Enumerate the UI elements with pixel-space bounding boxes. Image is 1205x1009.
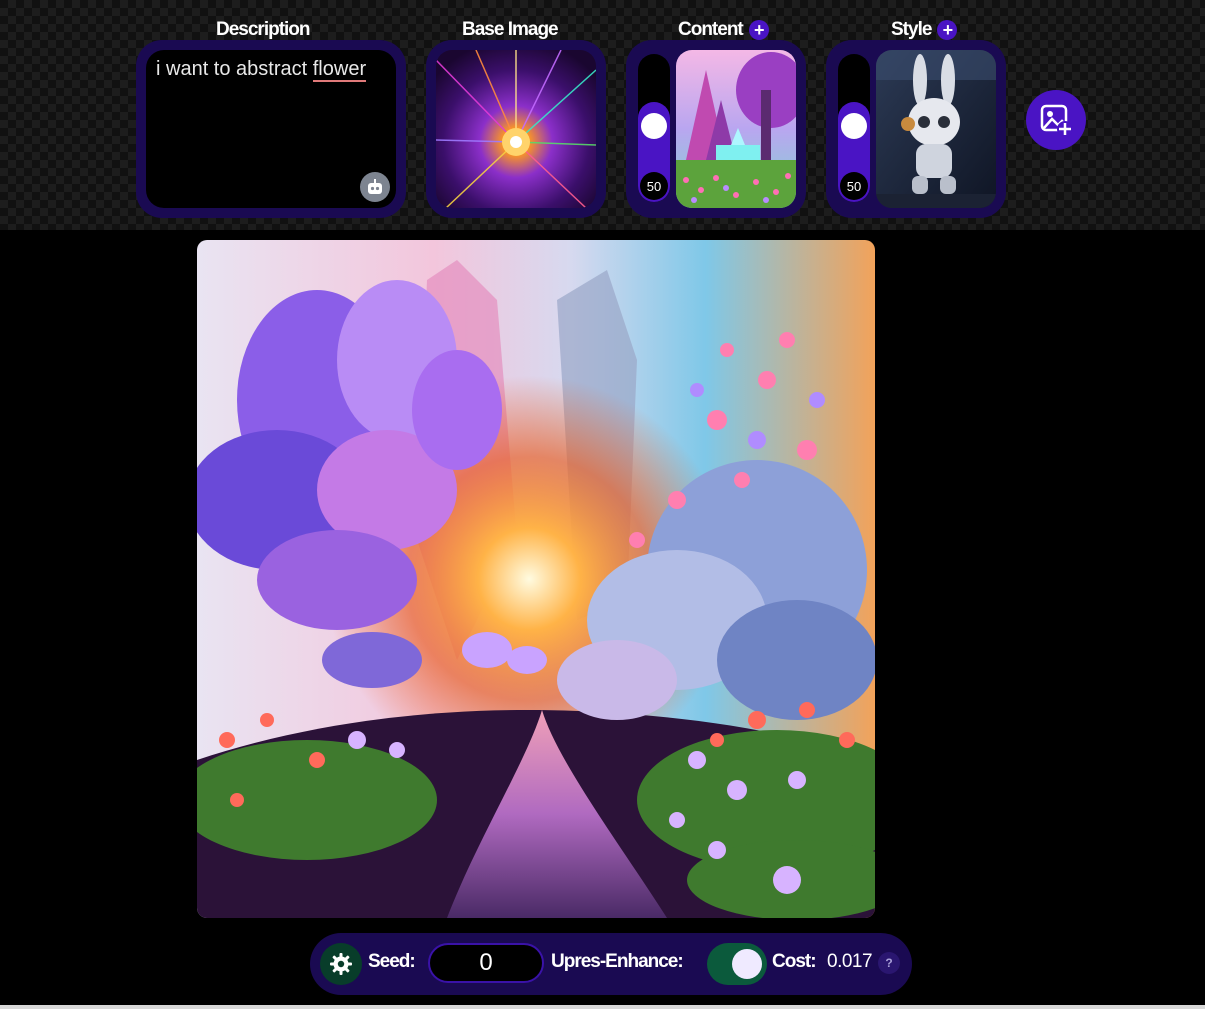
upres-enhance-label: Upres-Enhance: bbox=[551, 951, 684, 972]
style-slider-handle[interactable] bbox=[841, 113, 867, 139]
style-card: 50 bbox=[826, 40, 1006, 218]
seed-label: Seed: bbox=[368, 951, 416, 972]
content-add-button[interactable]: + bbox=[748, 20, 769, 40]
description-card: i want to abstract flower bbox=[136, 40, 406, 218]
style-add-button[interactable]: + bbox=[937, 20, 958, 40]
base-image-thumbnail[interactable] bbox=[436, 50, 596, 208]
content-image-thumbnail[interactable] bbox=[676, 50, 796, 208]
style-strength-value: 50 bbox=[840, 172, 868, 200]
page-bottom-border bbox=[0, 1005, 1205, 1009]
add-image-button[interactable] bbox=[1026, 90, 1086, 150]
content-card: 50 bbox=[626, 40, 806, 218]
upres-enhance-toggle[interactable] bbox=[707, 943, 767, 985]
style-strength-slider[interactable]: 50 bbox=[838, 54, 870, 202]
description-field[interactable]: i want to abstract flower bbox=[146, 50, 396, 208]
add-image-icon bbox=[1040, 104, 1073, 137]
generation-controls-bar: Seed: Upres-Enhance: Cost: 0.017 ? bbox=[310, 933, 912, 995]
toggle-knob bbox=[732, 949, 762, 979]
robot-icon[interactable] bbox=[360, 172, 390, 202]
content-slider-handle[interactable] bbox=[641, 113, 667, 139]
cost-value: 0.017 bbox=[827, 951, 873, 972]
base-image-card bbox=[426, 40, 606, 218]
cost-label: Cost: bbox=[772, 951, 817, 972]
generated-image[interactable] bbox=[197, 240, 875, 918]
description-text: i want to abstract flower bbox=[156, 58, 367, 82]
seed-input[interactable] bbox=[428, 943, 544, 983]
style-image-thumbnail[interactable] bbox=[876, 50, 996, 208]
settings-button[interactable] bbox=[320, 943, 362, 985]
gear-icon bbox=[330, 953, 352, 975]
misspelled-word: flower bbox=[312, 58, 367, 82]
help-button[interactable]: ? bbox=[878, 952, 900, 974]
content-strength-value: 50 bbox=[640, 172, 668, 200]
content-strength-slider[interactable]: 50 bbox=[638, 54, 670, 202]
